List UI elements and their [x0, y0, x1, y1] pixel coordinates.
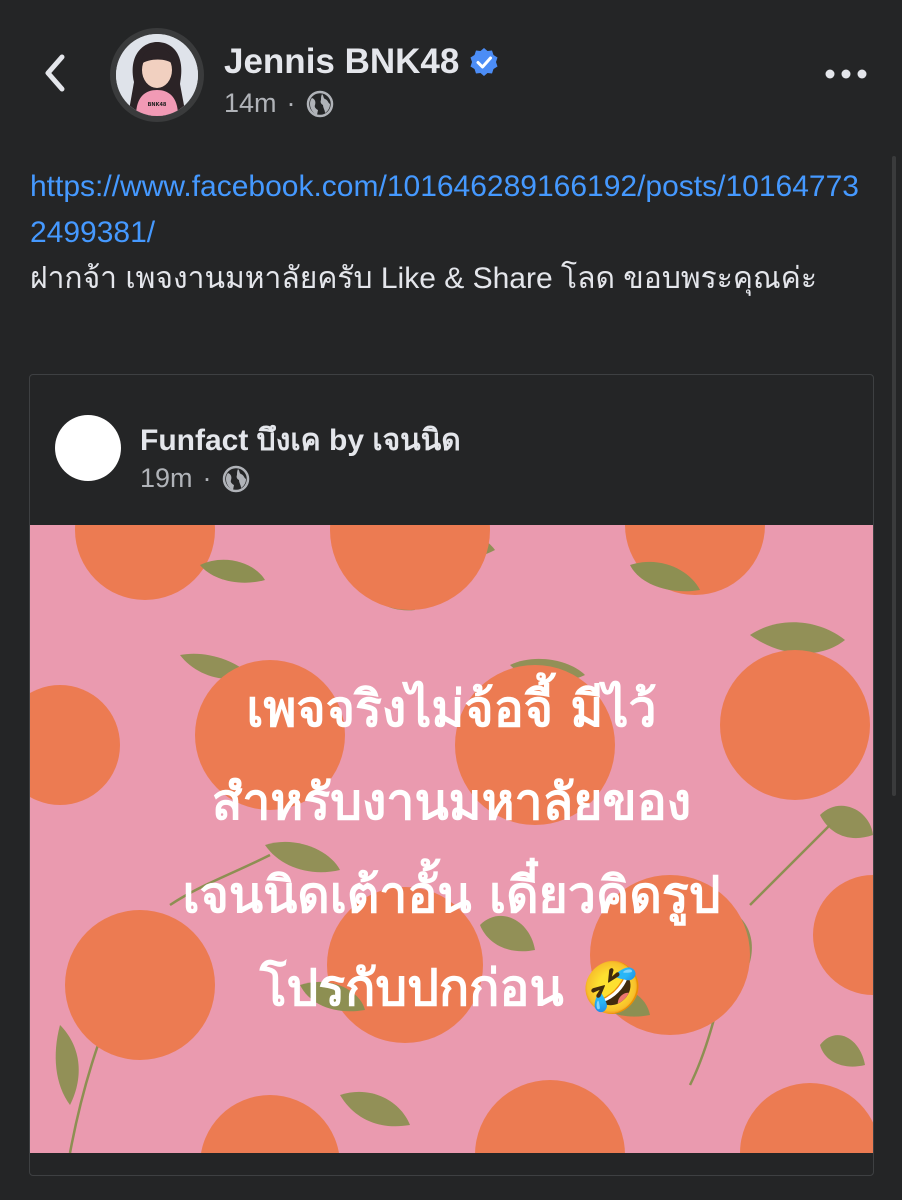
shared-post-meta: 19m · [140, 463, 250, 494]
author-avatar[interactable]: BNK48 [110, 28, 204, 122]
globe-icon [306, 90, 333, 117]
avatar-shirt-text: BNK48 [148, 102, 167, 108]
shared-post-card[interactable]: Funfact บึงเค by เจนนิด 19m · เพจจริงไม่… [29, 374, 874, 1176]
shared-post-timestamp[interactable]: 19m [140, 463, 193, 494]
post-screen: BNK48 Jennis BNK48 14m · https://www.fac… [0, 0, 902, 1200]
status-line: โปรกับปกก่อน 🤣 [259, 959, 644, 1017]
author-name-text: Jennis BNK48 [224, 42, 460, 81]
status-line: เจนนิดเต้าอั้น เดี๋ยวคิดรูป [182, 866, 721, 924]
back-button[interactable] [28, 46, 82, 100]
post-caption: ฝากจ้า เพจงานมหาลัยครับ Like & Share โลด… [30, 262, 817, 295]
post-timestamp[interactable]: 14m [224, 88, 277, 119]
meta-separator: · [202, 463, 212, 493]
globe-icon [222, 465, 249, 492]
verified-badge-icon [470, 48, 498, 76]
scrollbar[interactable] [892, 156, 896, 796]
post-body: https://www.facebook.com/101646289166192… [30, 164, 870, 302]
status-text: เพจจริงไม่จ้อจี้ มีไว้ สำหรับงานมหาลัยขอ… [30, 663, 873, 1035]
more-dots-icon [825, 69, 867, 79]
author-name[interactable]: Jennis BNK48 [224, 42, 499, 82]
avatar-photo: BNK48 [116, 34, 198, 116]
status-line: เพจจริงไม่จ้อจี้ มีไว้ [246, 680, 657, 738]
status-background-image: เพจจริงไม่จ้อจี้ มีไว้ สำหรับงานมหาลัยขอ… [30, 525, 873, 1153]
page-avatar[interactable] [55, 415, 121, 481]
more-options-button[interactable] [818, 54, 874, 94]
status-line: สำหรับงานมหาลัยของ [211, 773, 692, 831]
post-meta: 14m · [224, 88, 334, 119]
chevron-left-icon [45, 54, 65, 92]
meta-separator: · [286, 88, 296, 118]
page-name[interactable]: Funfact บึงเค by เจนนิด [140, 417, 461, 464]
post-link[interactable]: https://www.facebook.com/101646289166192… [30, 164, 870, 256]
